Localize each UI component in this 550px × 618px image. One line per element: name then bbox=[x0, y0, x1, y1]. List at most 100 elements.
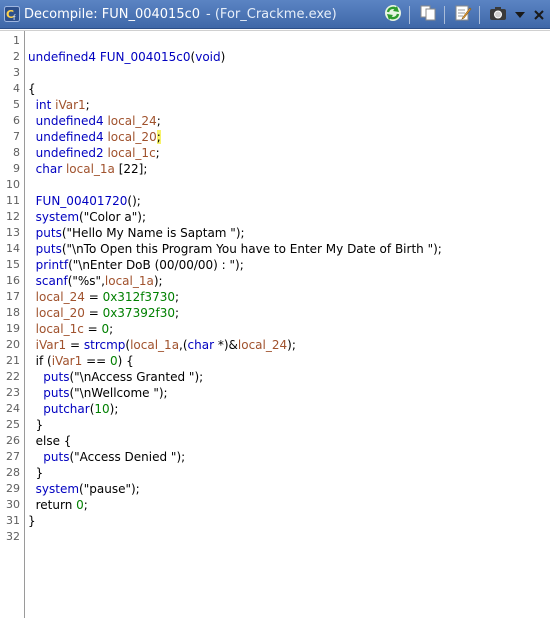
code-token[interactable]: int bbox=[36, 98, 55, 112]
code-token[interactable] bbox=[28, 338, 36, 352]
code-line[interactable] bbox=[28, 529, 550, 545]
code-token[interactable]: puts bbox=[36, 226, 62, 240]
code-token[interactable]: return bbox=[28, 498, 76, 512]
code-token[interactable]: iVar1 bbox=[52, 354, 83, 368]
code-token[interactable]: ) bbox=[221, 50, 226, 64]
code-token[interactable]: puts bbox=[43, 370, 69, 384]
code-token[interactable]: ; bbox=[156, 146, 160, 160]
code-token[interactable]: == bbox=[82, 354, 110, 368]
code-token[interactable]: "\nEnter DoB (00/00/00) : " bbox=[73, 258, 235, 272]
code-line[interactable]: undefined2 local_1c; bbox=[28, 145, 550, 161]
code-line[interactable]: undefined4 local_24; bbox=[28, 113, 550, 129]
code-token[interactable]: ,( bbox=[179, 338, 188, 352]
code-token[interactable]: ; bbox=[156, 130, 161, 144]
code-token[interactable] bbox=[28, 242, 36, 256]
code-token[interactable]: } bbox=[28, 466, 44, 480]
code-token[interactable]: { bbox=[28, 82, 36, 96]
code-line[interactable]: return 0; bbox=[28, 497, 550, 513]
code-token[interactable] bbox=[28, 274, 36, 288]
code-line[interactable]: undefined4 FUN_004015c0(void) bbox=[28, 49, 550, 65]
code-token[interactable]: undefined2 bbox=[36, 146, 108, 160]
code-token[interactable]: ); bbox=[131, 482, 140, 496]
code-token[interactable]: ); bbox=[154, 274, 163, 288]
code-token[interactable]: ); bbox=[433, 242, 442, 256]
code-token[interactable]: else { bbox=[28, 434, 72, 448]
code-token[interactable]: = bbox=[85, 306, 103, 320]
close-button[interactable] bbox=[530, 4, 548, 26]
code-line[interactable]: printf("\nEnter DoB (00/00/00) : "); bbox=[28, 257, 550, 273]
code-token[interactable]: 0 bbox=[76, 498, 84, 512]
code-line[interactable]: putchar(10); bbox=[28, 401, 550, 417]
code-token[interactable]: system bbox=[36, 482, 79, 496]
code-token[interactable]: ); bbox=[137, 210, 146, 224]
code-line[interactable]: puts("Access Denied "); bbox=[28, 449, 550, 465]
code-token[interactable]: ); bbox=[194, 370, 203, 384]
snapshot-button[interactable] bbox=[486, 4, 510, 26]
code-line[interactable]: puts("\nWellcome "); bbox=[28, 385, 550, 401]
code-token[interactable]: } bbox=[28, 514, 36, 528]
code-token[interactable] bbox=[28, 290, 36, 304]
code-token[interactable] bbox=[28, 226, 36, 240]
code-token[interactable]: FUN_004015c0 bbox=[100, 50, 191, 64]
edit-signature-button[interactable] bbox=[451, 4, 475, 26]
code-token[interactable] bbox=[28, 482, 36, 496]
code-token[interactable]: 0x37392f30 bbox=[103, 306, 175, 320]
code-token[interactable]: ); bbox=[110, 402, 119, 416]
code-token[interactable]: ; bbox=[109, 322, 113, 336]
code-token[interactable]: ); bbox=[159, 386, 168, 400]
code-line[interactable]: puts("\nAccess Granted "); bbox=[28, 369, 550, 385]
code-token[interactable]: putchar bbox=[43, 402, 89, 416]
code-token[interactable]: scanf bbox=[36, 274, 68, 288]
code-line[interactable]: FUN_00401720(); bbox=[28, 193, 550, 209]
code-token[interactable]: [22]; bbox=[119, 162, 148, 176]
menu-dropdown-button[interactable] bbox=[512, 4, 528, 26]
code-token[interactable]: undefined4 bbox=[28, 50, 100, 64]
refresh-button[interactable] bbox=[381, 4, 405, 26]
code-token[interactable]: "%s" bbox=[72, 274, 101, 288]
code-token[interactable]: local_20 bbox=[107, 130, 156, 144]
code-token[interactable]: char bbox=[36, 162, 66, 176]
code-line[interactable]: } bbox=[28, 513, 550, 529]
code-token[interactable]: char bbox=[188, 338, 215, 352]
code-line[interactable]: int iVar1; bbox=[28, 97, 550, 113]
code-token[interactable] bbox=[28, 146, 36, 160]
code-token[interactable]: undefined4 bbox=[36, 130, 108, 144]
code-token[interactable]: 10 bbox=[94, 402, 109, 416]
code-line[interactable]: undefined4 local_20; bbox=[28, 129, 550, 145]
code-token[interactable]: ); bbox=[235, 258, 244, 272]
code-token[interactable] bbox=[28, 194, 36, 208]
code-token[interactable]: "Access Denied " bbox=[74, 450, 176, 464]
code-token[interactable]: strcmp bbox=[84, 338, 126, 352]
code-token[interactable]: 0x312f3730 bbox=[103, 290, 175, 304]
code-token[interactable]: undefined4 bbox=[36, 114, 108, 128]
code-token[interactable] bbox=[28, 322, 36, 336]
code-line[interactable]: local_20 = 0x37392f30; bbox=[28, 305, 550, 321]
code-token[interactable]: puts bbox=[36, 242, 62, 256]
code-line[interactable]: system("pause"); bbox=[28, 481, 550, 497]
code-token[interactable] bbox=[28, 306, 36, 320]
code-token[interactable]: FUN_00401720 bbox=[36, 194, 128, 208]
code-token[interactable]: local_1c bbox=[36, 322, 84, 336]
code-token[interactable]: (); bbox=[127, 194, 140, 208]
code-token[interactable]: local_1a bbox=[66, 162, 119, 176]
code-line[interactable]: else { bbox=[28, 433, 550, 449]
code-token[interactable] bbox=[28, 386, 43, 400]
code-line[interactable]: { bbox=[28, 81, 550, 97]
code-token[interactable]: puts bbox=[43, 450, 69, 464]
code-token[interactable]: ); bbox=[236, 226, 245, 240]
code-token[interactable] bbox=[28, 114, 36, 128]
code-token[interactable]: ); bbox=[287, 338, 296, 352]
code-token[interactable]: local_20 bbox=[36, 306, 85, 320]
code-token[interactable]: "\nTo Open this Program You have to Ente… bbox=[67, 242, 434, 256]
code-token[interactable]: ; bbox=[86, 98, 90, 112]
code-line[interactable]: if (iVar1 == 0) { bbox=[28, 353, 550, 369]
code-line[interactable]: system("Color a"); bbox=[28, 209, 550, 225]
code-token[interactable]: local_24 bbox=[238, 338, 287, 352]
code-token[interactable]: ; bbox=[157, 114, 161, 128]
code-token[interactable]: "\nAccess Granted " bbox=[74, 370, 194, 384]
code-token[interactable]: "\nWellcome " bbox=[74, 386, 159, 400]
decompiler-code-view[interactable]: 1 2 3 4 5 6 7 8 9 10 11 12 13 14 15 16 17 18 19 20 21 22 23 24 2… bbox=[0, 30, 550, 618]
code-token[interactable]: = bbox=[66, 338, 84, 352]
code-token[interactable]: iVar1 bbox=[55, 98, 86, 112]
code-area[interactable]: undefined4 FUN_004015c0(void) { int iVar1… bbox=[28, 31, 550, 545]
